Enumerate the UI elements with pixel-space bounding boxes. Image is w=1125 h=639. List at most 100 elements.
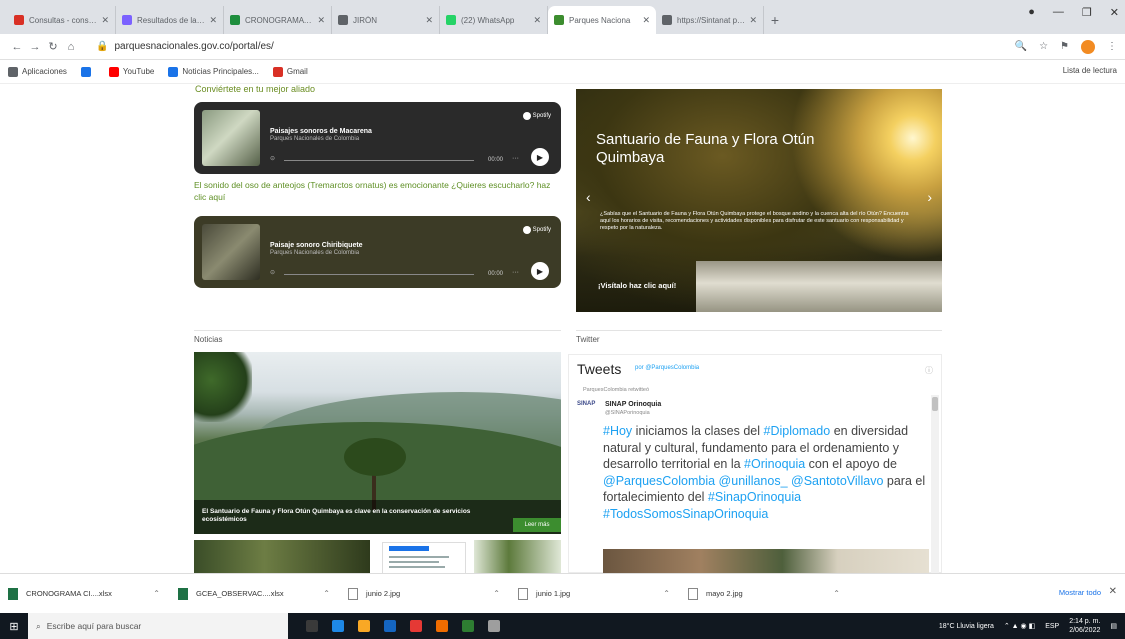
tray-icons[interactable]: ⌃ ▲ ◉ ◧: [1004, 622, 1035, 630]
twitter-timeline[interactable]: Tweets por @ParquesColombia ⓘ ParquesCol…: [568, 354, 942, 573]
progress-track[interactable]: [284, 160, 474, 161]
back-icon[interactable]: ←: [8, 41, 26, 53]
bookmark-item[interactable]: YouTube: [108, 66, 154, 77]
tweet-hashtag-link[interactable]: #TodosSomosSinapOrinoquia: [603, 507, 768, 521]
download-item[interactable]: mayo 2.jpg ⌃: [688, 587, 858, 600]
tweet-image[interactable]: [603, 549, 929, 573]
timeline-scrollbar[interactable]: [931, 395, 939, 573]
browser-tab[interactable]: Resultados de la búsqueda ✕: [116, 6, 224, 34]
clock[interactable]: 2:14 p. m. 2/06/2022: [1069, 617, 1100, 635]
reading-list[interactable]: Lista de lectura: [1063, 66, 1117, 75]
carousel-next-icon[interactable]: ›: [927, 189, 932, 205]
close-window-icon[interactable]: ✕: [1110, 6, 1119, 19]
extensions-icon[interactable]: ⚑: [1060, 41, 1069, 52]
bookmark-item[interactable]: Gmail: [272, 66, 308, 77]
star-icon[interactable]: ☆: [1039, 41, 1048, 52]
tweet-hashtag-link[interactable]: @unillanos_: [719, 474, 788, 488]
taskbar-app-icon[interactable]: [410, 620, 422, 632]
download-options-icon[interactable]: ⌃: [153, 589, 160, 598]
language-indicator[interactable]: ESP: [1045, 623, 1059, 630]
play-button[interactable]: ▶: [531, 148, 549, 166]
download-item[interactable]: junio 2.jpg ⌃: [348, 587, 518, 600]
profile-avatar[interactable]: [1081, 39, 1095, 54]
carousel-prev-icon[interactable]: ‹: [586, 189, 591, 205]
tweet-hashtag-link[interactable]: #Orinoquia: [744, 457, 805, 471]
taskbar-app-icon[interactable]: [384, 620, 396, 632]
taskbar-app-icon[interactable]: [332, 620, 344, 632]
news-thumbnail[interactable]: [194, 540, 370, 573]
taskbar-app-icon[interactable]: [462, 620, 474, 632]
show-all-downloads-button[interactable]: Mostrar todo: [1059, 588, 1101, 597]
scrollbar-thumb[interactable]: [932, 397, 938, 411]
tweet-hashtag-link[interactable]: #Diplomado: [764, 424, 831, 438]
author-avatar[interactable]: SINAP: [577, 401, 601, 415]
progress-track[interactable]: [284, 274, 474, 275]
browser-tab[interactable]: (22) WhatsApp ✕: [440, 6, 548, 34]
news-thumbnail[interactable]: [382, 542, 466, 573]
author-name[interactable]: SINAP Orinoquia: [605, 401, 661, 408]
download-item[interactable]: CRONOGRAMA CI....xlsx ⌃: [8, 587, 178, 600]
tab-close-icon[interactable]: ✕: [209, 15, 217, 26]
reload-icon[interactable]: ↻: [44, 40, 62, 53]
tweet-hashtag-link[interactable]: @ParquesColombia: [603, 474, 715, 488]
download-options-icon[interactable]: ⌃: [833, 589, 840, 598]
download-options-icon[interactable]: ⌃: [663, 589, 670, 598]
bookmark-item[interactable]: [80, 66, 95, 77]
more-options-icon[interactable]: ···: [512, 155, 519, 162]
download-item[interactable]: junio 1.jpg ⌃: [518, 587, 688, 600]
spotify-logo[interactable]: Spotify: [522, 112, 551, 120]
news-thumbnail[interactable]: [474, 540, 561, 573]
tab-close-icon[interactable]: ✕: [317, 15, 325, 26]
taskbar-app-icon[interactable]: [306, 620, 318, 632]
menu-icon[interactable]: ⋮: [1107, 41, 1117, 52]
profile-dot-icon[interactable]: ●: [1028, 6, 1035, 19]
tweets-by-link[interactable]: por @ParquesColombia: [635, 365, 699, 371]
play-button[interactable]: ▶: [531, 262, 549, 280]
tweet-hashtag-link[interactable]: #Hoy: [603, 424, 632, 438]
spotify-player-2[interactable]: Spotify Paisaje sonoro Chiribiquete Parq…: [194, 216, 561, 288]
tab-close-icon[interactable]: ✕: [101, 15, 109, 26]
news-card[interactable]: El Santuario de Fauna y Flora Otún Quimb…: [194, 352, 561, 534]
browser-tab[interactable]: Consultas - consulta ✕: [8, 6, 116, 34]
spotify-logo[interactable]: Spotify: [522, 226, 551, 234]
restore-icon[interactable]: ❐: [1082, 6, 1092, 19]
news-caption[interactable]: El Santuario de Fauna y Flora Otún Quimb…: [194, 500, 561, 534]
browser-tab[interactable]: JIRÓN ✕: [332, 6, 440, 34]
taskbar-app-icon[interactable]: [436, 620, 448, 632]
author-handle[interactable]: @SINAPorinoquia: [605, 410, 650, 416]
forward-icon[interactable]: →: [26, 41, 44, 53]
taskbar-search[interactable]: ⌕ Escribe aquí para buscar: [28, 613, 288, 639]
read-more-button[interactable]: Leer más: [513, 518, 561, 532]
download-item[interactable]: GCEA_OBSERVAC....xlsx ⌃: [178, 587, 348, 600]
bear-audio-link[interactable]: El sonido del oso de anteojos (Tremarcto…: [194, 179, 561, 203]
tab-close-icon[interactable]: ✕: [749, 15, 757, 26]
address-bar[interactable]: 🔒 parquesnacionales.gov.co/portal/es/: [88, 36, 1007, 57]
info-icon[interactable]: ⓘ: [925, 365, 933, 376]
tweet-hashtag-link[interactable]: #SinapOrinoquia: [708, 490, 801, 504]
more-options-icon[interactable]: ···: [512, 269, 519, 276]
hero-cta-link[interactable]: ¡Visítalo haz clic aquí!: [598, 281, 676, 290]
browser-tab[interactable]: Parques Naciona ✕: [548, 6, 656, 34]
taskbar-app-icon[interactable]: [358, 620, 370, 632]
taskbar-app-icon[interactable]: [488, 620, 500, 632]
spotify-player-1[interactable]: Spotify Paisajes sonoros de Macarena Par…: [194, 102, 561, 174]
new-tab-button[interactable]: +: [764, 6, 786, 34]
zoom-icon[interactable]: 🔍: [1015, 41, 1027, 52]
minimize-icon[interactable]: —: [1053, 6, 1064, 19]
download-options-icon[interactable]: ⌃: [323, 589, 330, 598]
tweet-hashtag-link[interactable]: @SantotoVillavo: [791, 474, 883, 488]
notifications-icon[interactable]: ▤: [1110, 622, 1117, 630]
download-options-icon[interactable]: ⌃: [493, 589, 500, 598]
home-icon[interactable]: ⌂: [62, 41, 80, 53]
bookmark-item[interactable]: Noticias Principales...: [168, 66, 259, 77]
tab-close-icon[interactable]: ✕: [642, 15, 650, 26]
browser-tab[interactable]: CRONOGRAMA CHV ✕: [224, 6, 332, 34]
browser-tab[interactable]: https://Sintanat para ✕: [656, 6, 764, 34]
weather-text[interactable]: 18°C Lluvia ligera: [939, 623, 994, 630]
hero-carousel[interactable]: Santuario de Fauna y Flora Otún Quimbaya…: [576, 89, 942, 312]
tab-close-icon[interactable]: ✕: [533, 15, 541, 26]
tab-close-icon[interactable]: ✕: [425, 15, 433, 26]
close-shelf-icon[interactable]: ✕: [1109, 586, 1117, 597]
windows-start-icon[interactable]: ⊞: [0, 613, 28, 639]
bookmark-item[interactable]: Aplicaciones: [8, 66, 67, 77]
